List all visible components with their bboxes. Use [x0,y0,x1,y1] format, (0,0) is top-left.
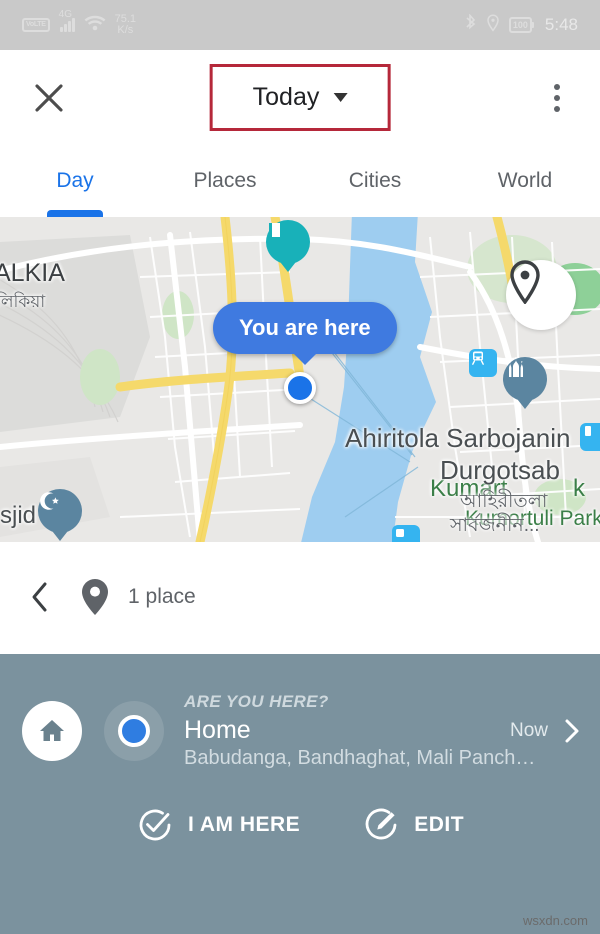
place-selection-radio[interactable] [104,701,164,761]
card-text-block: ARE YOU HERE? Home Now Babudanga, Bandha… [184,692,600,770]
close-button[interactable] [18,81,80,115]
tab-day[interactable]: Day [0,145,150,217]
radio-selected-icon [118,715,150,747]
tab-cities[interactable]: Cities [300,145,450,217]
map-poi-icon-right[interactable] [580,423,600,451]
place-summary-row: 1 place [0,542,600,652]
place-detail-card: ARE YOU HERE? Home Now Babudanga, Bandha… [0,654,600,934]
previous-day-button[interactable] [0,581,80,613]
train-icon [472,351,484,365]
place-time: Now [509,719,548,741]
temple-marker[interactable] [503,357,547,411]
overflow-menu-button[interactable] [554,83,560,112]
i-am-here-button[interactable]: I AM HERE [136,806,300,844]
tab-places[interactable]: Places [150,145,300,217]
tab-cities-label: Cities [348,169,402,192]
clock-time: 5:48 [544,15,578,34]
map-pin-icon [510,260,540,304]
crescent-star-icon [40,492,59,510]
info-icon [585,426,591,436]
mosque-marker[interactable] [38,489,82,542]
close-icon [35,83,63,112]
selected-place-pin[interactable] [506,260,576,330]
watermark: wsxdn.com [522,913,588,928]
card-actions: I AM HERE EDIT [0,806,600,844]
page-title: Today [252,83,320,111]
volte-icon: VoLTE [22,18,50,32]
place-name: Home [184,716,251,744]
map-pin-icon [80,578,110,616]
place-time-wrap: Now [510,718,580,744]
current-location-dot[interactable] [284,372,316,404]
place-count-label: 1 place [128,585,196,608]
film-icon [269,223,283,237]
place-name-row[interactable]: Home Now [184,716,580,745]
tab-bar: Day Places Cities World [0,145,600,217]
home-avatar [22,701,82,761]
home-icon [40,720,64,741]
bluetooth-icon [464,12,477,37]
place-address: Babudanga, Bandhaghat, Mali Panch… [184,747,536,769]
network-speed: 75.1 K/s [114,13,137,36]
edit-button[interactable]: EDIT [362,806,464,844]
edit-pencil-circle-icon [365,808,397,840]
cellular-signal-icon: 4G [59,9,75,32]
wifi-icon [84,15,106,36]
are-you-here-prompt: ARE YOU HERE? [184,692,329,711]
tab-day-label: Day [56,169,94,192]
map-view[interactable]: ALKIA লিকিয়া Kumart k Kumortuli Park Ahi… [0,217,600,542]
chevron-right-icon[interactable] [564,718,580,744]
app-screen: VoLTE 4G 75.1 K/s 100 5:48 Today Day Pla… [0,0,600,934]
map-poi-icon-bottom[interactable] [392,525,420,542]
temple-icon [509,357,523,377]
chevron-left-icon [32,582,47,612]
battery-icon: 100 [508,17,534,33]
status-bar-left: VoLTE 4G 75.1 K/s [22,9,137,36]
tab-places-label: Places [193,169,257,192]
you-are-here-callout: You are here [213,302,397,354]
date-range-dropdown[interactable]: Today [209,64,391,131]
app-bar: Today [0,50,600,145]
i-am-here-label: I AM HERE [187,813,301,836]
status-bar-right: 100 5:48 [464,12,578,37]
edit-label: EDIT [414,813,465,836]
place-icon [396,529,404,537]
card-header: ARE YOU HERE? Home Now Babudanga, Bandha… [0,654,600,770]
location-pin-icon [486,13,500,37]
more-vertical-icon [554,83,560,90]
status-bar: VoLTE 4G 75.1 K/s 100 5:48 [0,0,600,50]
tab-world-label: World [497,169,553,192]
check-circle-icon [139,809,171,841]
tab-world[interactable]: World [450,145,600,217]
train-station-icon[interactable] [469,349,497,377]
movie-marker[interactable] [266,220,310,274]
chevron-down-icon [333,93,348,102]
